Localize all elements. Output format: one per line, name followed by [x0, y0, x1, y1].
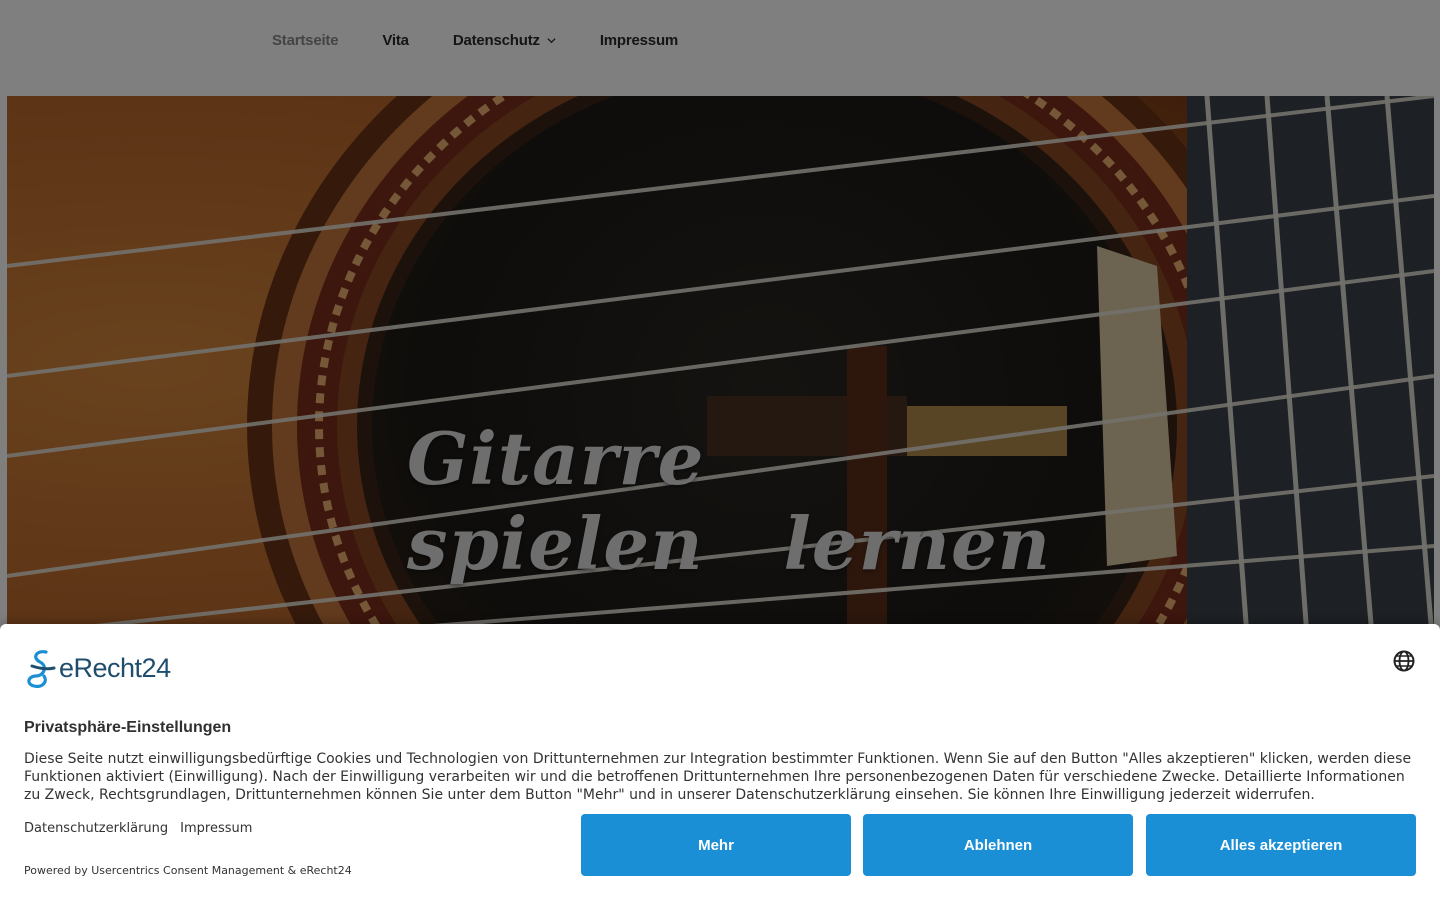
consent-banner: eRecht24 Privatsphäre-Einstellungen Dies…	[0, 624, 1440, 900]
consent-links: Datenschutzerklärung Impressum	[24, 821, 264, 836]
nav-item-datenschutz[interactable]: Datenschutz	[431, 32, 578, 49]
brand-logo: eRecht24	[24, 648, 171, 688]
nav-item-label: Datenschutz	[452, 31, 540, 49]
brand-name: eRecht24	[59, 652, 171, 683]
imprint-link[interactable]: Impressum	[180, 821, 252, 836]
nav-item-impressum[interactable]: Impressum	[578, 32, 700, 49]
nav-item-label: Startseite	[272, 31, 339, 49]
hero-title-part1: Gitarre spielen	[407, 416, 705, 586]
site-header: Startseite Vita Datenschutz Impressum	[0, 0, 1440, 96]
globe-icon[interactable]	[1392, 649, 1416, 673]
nav-item-startseite[interactable]: Startseite	[250, 32, 360, 49]
chevron-down-icon	[547, 37, 556, 43]
nav-item-label: Impressum	[599, 31, 679, 49]
hero-title: Gitarre spielen lernen	[7, 416, 1434, 586]
nav-item-vita[interactable]: Vita	[360, 32, 430, 49]
nav-item-label: Vita	[382, 31, 409, 49]
consent-description: Diese Seite nutzt einwilligungsbedürftig…	[24, 751, 1412, 803]
main-nav: Startseite Vita Datenschutz Impressum	[250, 22, 700, 58]
decline-button[interactable]: Ablehnen	[863, 814, 1133, 876]
hero-banner: Gitarre spielen lernen	[7, 96, 1434, 636]
hero-title-part2: lernen	[783, 501, 1052, 586]
privacy-policy-link[interactable]: Datenschutzerklärung	[24, 821, 168, 836]
consent-title: Privatsphäre-Einstellungen	[24, 719, 232, 736]
powered-by-text: Powered by Usercentrics Consent Manageme…	[24, 864, 352, 877]
more-button[interactable]: Mehr	[581, 814, 851, 876]
accept-all-button[interactable]: Alles akzeptieren	[1146, 814, 1416, 876]
erecht24-logo-icon	[27, 650, 56, 688]
